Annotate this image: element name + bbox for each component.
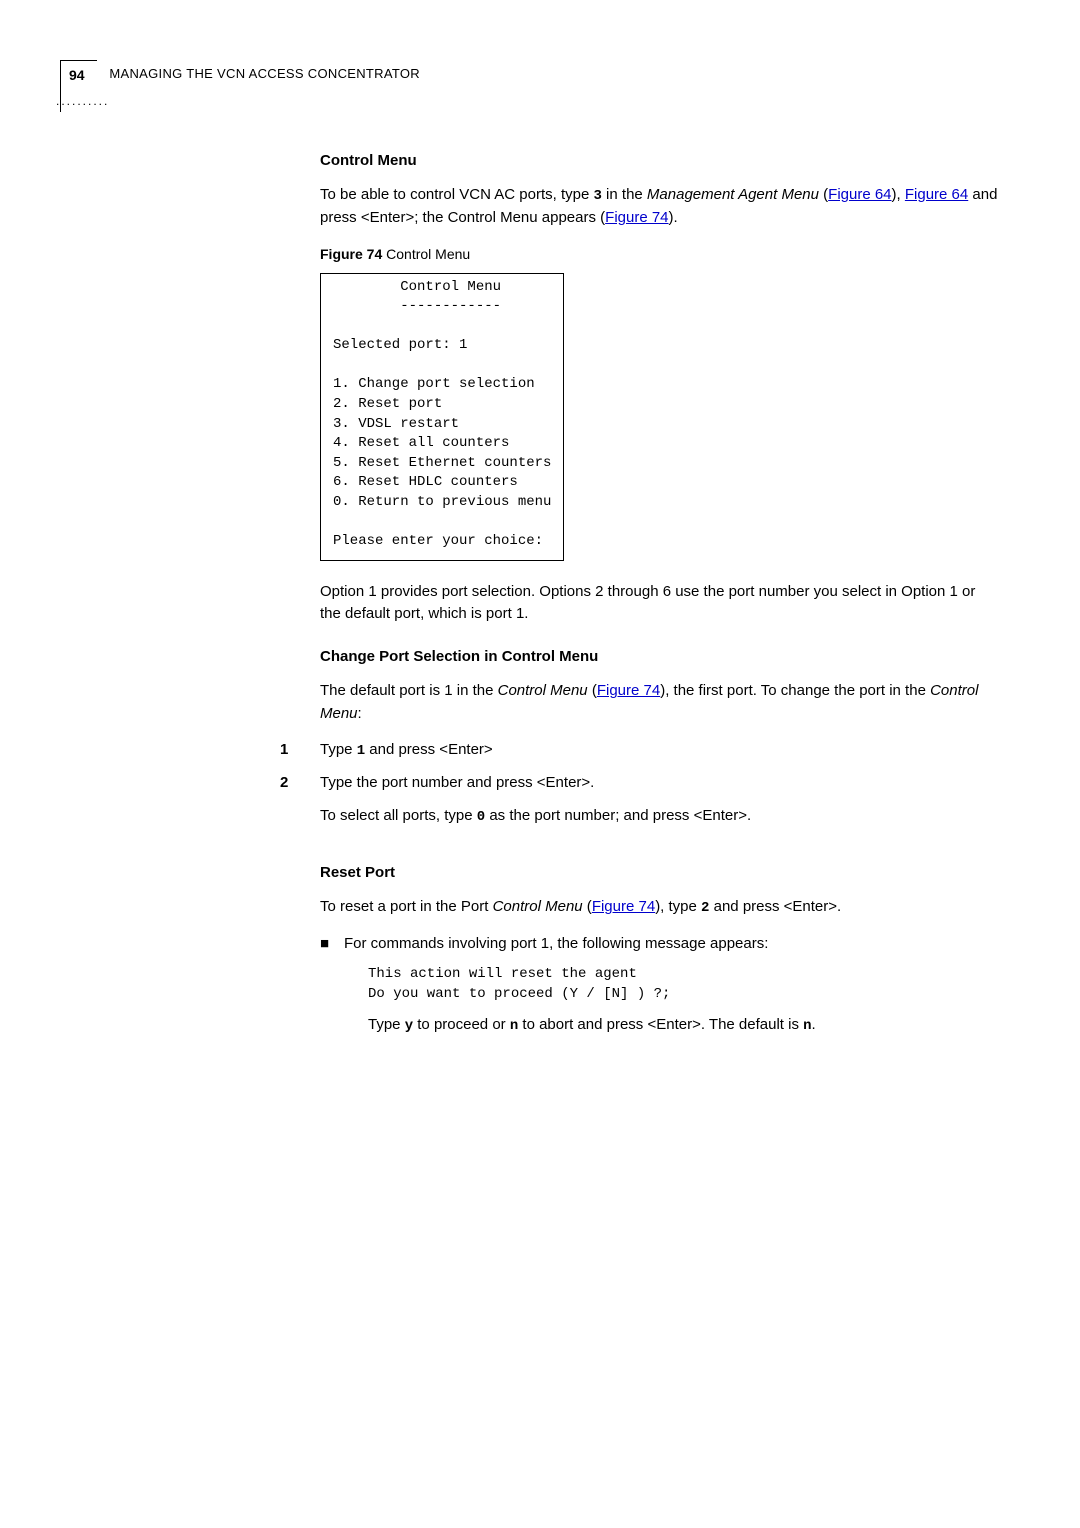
- running-title-part: M: [109, 66, 120, 81]
- paragraph: To reset a port in the Port Control Menu…: [320, 896, 1000, 919]
- inline-code: 0: [477, 809, 485, 825]
- running-title-part: VCN A: [213, 66, 257, 81]
- page-header: 94 .......... MANAGING THE VCN ACCESS CO…: [60, 60, 1000, 110]
- inline-code: y: [405, 1018, 413, 1034]
- text: Type the port number and press <Enter>.: [320, 772, 751, 795]
- text: To be able to control VCN AC ports, type: [320, 186, 593, 203]
- bullet-item: ■ For commands involving port 1, the fol…: [320, 933, 1000, 1037]
- figure-link[interactable]: Figure 74: [605, 209, 668, 226]
- list-item-body: Type the port number and press <Enter>. …: [320, 772, 751, 842]
- figure-title: Control Menu: [386, 246, 470, 262]
- italic-text: Management Agent Menu: [647, 186, 819, 203]
- main-content: Control Menu To be able to control VCN A…: [320, 150, 1000, 1038]
- bullet-body: For commands involving port 1, the follo…: [344, 933, 816, 1037]
- list-marker: 1: [280, 739, 320, 762]
- page-number: 94: [69, 67, 85, 83]
- indented-paragraph: Type y to proceed or n to abort and pres…: [368, 1014, 816, 1037]
- list-item: 1 Type 1 and press <Enter>: [280, 739, 1000, 762]
- figure-caption: Figure 74 Control Menu: [320, 244, 1000, 265]
- text: ), the first port. To change the port in…: [660, 682, 930, 699]
- text: Type: [368, 1016, 405, 1033]
- italic-text: Control Menu: [498, 682, 588, 699]
- list-item-body: Type 1 and press <Enter>: [320, 739, 493, 762]
- section-heading-control-menu: Control Menu: [320, 150, 1000, 173]
- page-number-container: 94 ..........: [60, 60, 109, 110]
- text: .: [812, 1016, 816, 1033]
- text: ), type: [655, 898, 701, 915]
- text: to proceed or: [413, 1016, 510, 1033]
- text: For commands involving port 1, the follo…: [344, 933, 816, 956]
- text: (: [588, 682, 597, 699]
- section-heading-change-port: Change Port Selection in Control Menu: [320, 646, 1000, 669]
- text: Type: [320, 741, 357, 758]
- bullet-icon: ■: [320, 933, 344, 1037]
- text: ).: [669, 209, 678, 226]
- list-item: 2 Type the port number and press <Enter>…: [280, 772, 1000, 842]
- figure-link[interactable]: Figure 64: [905, 186, 968, 203]
- paragraph: The default port is 1 in the Control Men…: [320, 680, 1000, 725]
- numbered-list: 1 Type 1 and press <Enter> 2 Type the po…: [280, 739, 1000, 842]
- text: and press <Enter>.: [709, 898, 841, 915]
- text: To reset a port in the Port: [320, 898, 493, 915]
- text: to abort and press <Enter>. The default …: [518, 1016, 803, 1033]
- figure-label: Figure 74: [320, 246, 386, 262]
- paragraph: To be able to control VCN AC ports, type…: [320, 184, 1000, 230]
- running-title-part: ONCENTRATOR: [317, 66, 420, 81]
- paragraph: To select all ports, type 0 as the port …: [320, 805, 751, 828]
- inline-code: n: [803, 1018, 811, 1034]
- text: (: [583, 898, 592, 915]
- text: and press <Enter>: [365, 741, 493, 758]
- inline-code: 1: [357, 743, 365, 759]
- running-title-part: CCESS: [258, 66, 304, 81]
- text: (: [819, 186, 828, 203]
- italic-text: Control Menu: [493, 898, 583, 915]
- figure-link[interactable]: Figure 74: [592, 898, 655, 915]
- text: as the port number; and press <Enter>.: [485, 807, 751, 824]
- text: ),: [892, 186, 905, 203]
- paragraph: Option 1 provides port selection. Option…: [320, 581, 1000, 626]
- dotted-decoration: ..........: [56, 92, 109, 110]
- inline-code: n: [510, 1018, 518, 1034]
- figure-link[interactable]: Figure 74: [597, 682, 660, 699]
- text: The default port is 1 in the: [320, 682, 498, 699]
- figure-box-control-menu: Control Menu ------------ Selected port:…: [320, 273, 564, 561]
- text: :: [358, 705, 362, 722]
- code-block: This action will reset the agent Do you …: [368, 964, 816, 1005]
- running-title-part: ANAGING THE: [120, 66, 213, 81]
- text: in the: [602, 186, 647, 203]
- list-marker: 2: [280, 772, 320, 842]
- text: To select all ports, type: [320, 807, 477, 824]
- inline-code: 3: [593, 188, 601, 204]
- running-title-part: C: [304, 66, 318, 81]
- figure-link[interactable]: Figure 64: [828, 186, 891, 203]
- running-title: MANAGING THE VCN ACCESS CONCENTRATOR: [109, 60, 420, 84]
- section-heading-reset-port: Reset Port: [320, 862, 1000, 885]
